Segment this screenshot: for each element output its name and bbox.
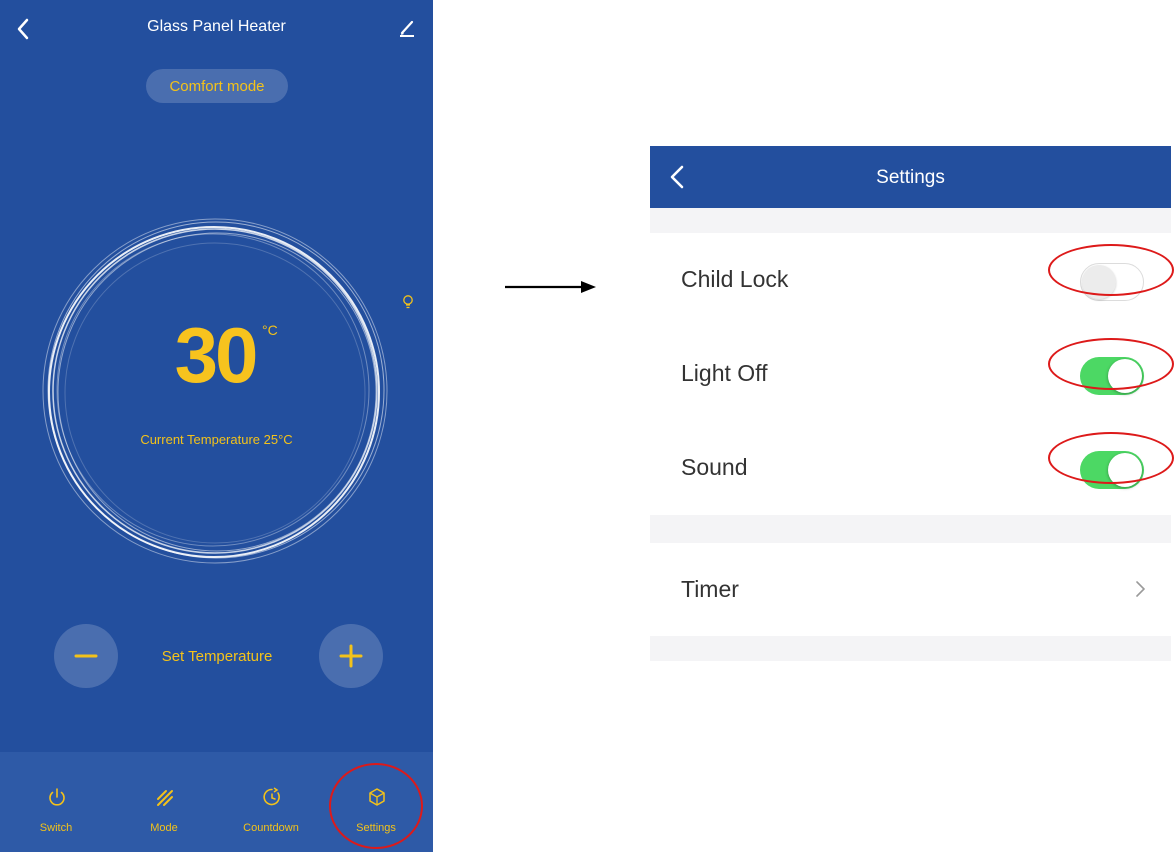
chevron-right-icon: [1136, 581, 1145, 597]
section-divider: [650, 636, 1171, 661]
setting-row-light-off: Light Off: [650, 327, 1174, 421]
page-title: Glass Panel Heater: [147, 18, 286, 35]
heater-screen: Glass Panel Heater Comfort mode 30 °C Cu…: [0, 0, 433, 852]
nav-switch-label: Switch: [39, 822, 73, 834]
nav-mode-label: Mode: [150, 822, 178, 834]
nav-countdown-label: Countdown: [243, 822, 299, 834]
setting-row-child-lock: Child Lock: [650, 233, 1174, 327]
pencil-icon: [400, 20, 414, 37]
settings-screen: Settings Child Lock Light Off Sound Time…: [650, 146, 1174, 666]
timer-label: Timer: [681, 576, 739, 602]
nav-mode[interactable]: Mode: [110, 752, 218, 852]
setting-row-timer[interactable]: Timer: [650, 543, 1171, 637]
settings-icon: [369, 788, 385, 806]
nav-settings-label: Settings: [356, 822, 396, 834]
nav-countdown[interactable]: Countdown: [217, 752, 325, 852]
section-divider: [650, 208, 1171, 233]
current-temperature: Current Temperature 25°C: [140, 432, 293, 447]
toggle-knob: [1108, 359, 1142, 393]
bottom-nav: Switch Mode Countdown Settings: [0, 752, 433, 852]
section-divider: [650, 515, 1171, 543]
setting-label: Child Lock: [681, 266, 789, 292]
nav-settings[interactable]: Settings: [322, 752, 430, 852]
settings-title: Settings: [876, 167, 945, 188]
power-icon: [49, 788, 65, 806]
setting-row-sound: Sound: [650, 421, 1174, 515]
temperature-unit: °C: [262, 322, 278, 338]
light-off-toggle[interactable]: [1080, 357, 1144, 395]
increase-temperature-button[interactable]: [319, 624, 383, 688]
toggle-knob: [1082, 265, 1116, 299]
settings-header: Settings: [650, 146, 1171, 208]
toggle-knob: [1108, 453, 1142, 487]
edit-button[interactable]: [393, 14, 421, 42]
sound-toggle[interactable]: [1080, 451, 1144, 489]
set-temperature-value: 30: [174, 311, 259, 399]
minus-icon: [74, 654, 98, 658]
decrease-temperature-button[interactable]: [54, 624, 118, 688]
plus-icon: [339, 644, 363, 668]
setting-label: Sound: [681, 454, 748, 480]
countdown-icon: [263, 787, 280, 806]
top-bar: Glass Panel Heater: [0, 0, 433, 56]
child-lock-toggle[interactable]: [1080, 263, 1144, 301]
setting-label: Light Off: [681, 360, 768, 386]
light-bulb-icon[interactable]: [401, 294, 415, 312]
mode-icon: [157, 790, 173, 806]
nav-switch[interactable]: Switch: [2, 752, 110, 852]
set-temperature-label: Set Temperature: [161, 648, 273, 665]
arrow-icon: [505, 281, 596, 293]
mode-pill[interactable]: Comfort mode: [146, 69, 288, 103]
